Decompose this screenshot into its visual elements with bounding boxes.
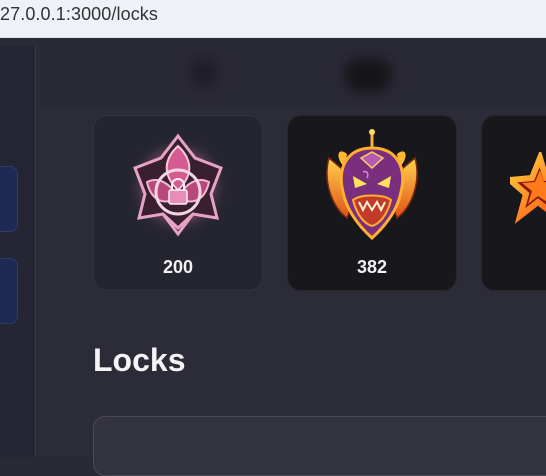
card-value: 200 (162, 257, 194, 277)
demon-mask-emblem-icon (326, 129, 418, 240)
reward-card[interactable]: 382 (287, 115, 457, 291)
card-value: 382 (356, 257, 388, 277)
sidebar-button-1[interactable] (0, 166, 18, 232)
sidebar-button-2[interactable] (0, 258, 18, 324)
url-text[interactable]: 27.0.0.1:3000/locks (0, 4, 158, 25)
browser-address-bar[interactable]: 27.0.0.1:3000/locks (0, 0, 546, 38)
content-panel (93, 416, 546, 476)
fiery-star-emblem-icon (510, 152, 546, 224)
reward-card[interactable]: 200 (93, 115, 263, 291)
reward-card[interactable] (481, 115, 546, 291)
pink-lock-emblem-icon (128, 133, 228, 237)
page-title: Locks (93, 342, 186, 378)
sidebar (0, 46, 36, 457)
app-container: 200 382 Locks (0, 46, 546, 476)
blurred-header (40, 46, 546, 106)
